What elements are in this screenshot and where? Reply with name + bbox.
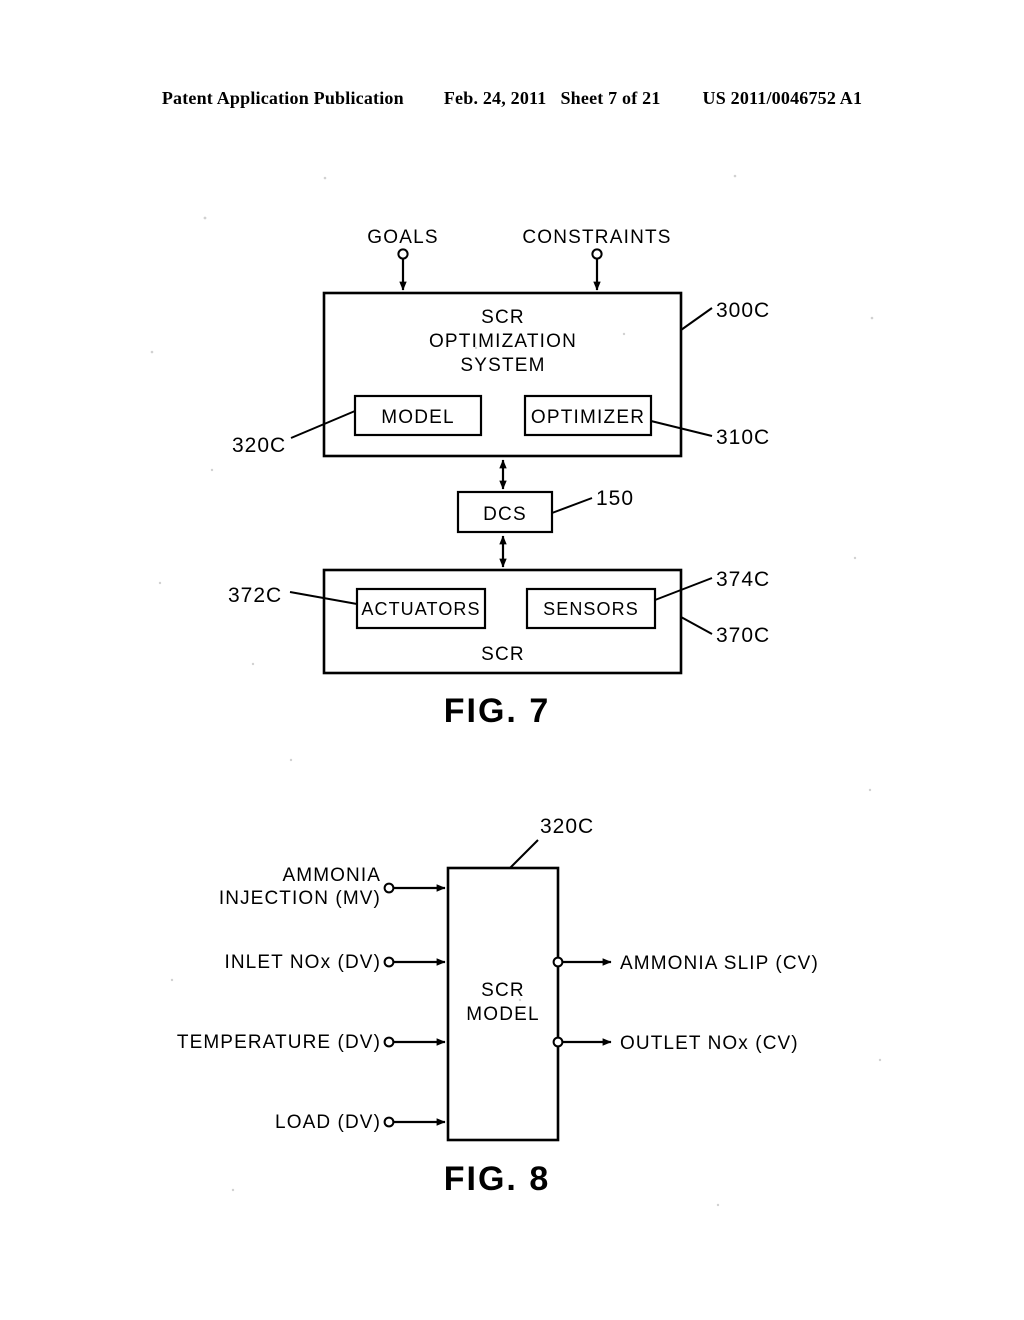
fig7-leader-150: [551, 497, 593, 514]
fig7-input-label-goals: GOALS: [367, 227, 438, 248]
fig8-caption: FIG. 8: [444, 1160, 550, 1198]
fig7-leader-374c: [654, 577, 713, 601]
fig7-leader-370c: [680, 616, 713, 635]
fig7-label-sos-line2: OPTIMIZATION: [429, 331, 577, 352]
fig7-caption: FIG. 7: [444, 692, 550, 730]
fig8-terminal-ammonia-slip: [552, 956, 564, 968]
fig8-terminal-temperature: [383, 1036, 395, 1048]
fig7-input-label-constraints: CONSTRAINTS: [522, 227, 671, 248]
fig8-terminal-inlet-nox: [383, 956, 395, 968]
fig7-label-optimizer: OPTIMIZER: [531, 407, 645, 428]
fig7-leader-300c: [680, 307, 713, 331]
fig8-leader-320c: [509, 839, 539, 869]
fig8-terminal-ammonia-injection: [383, 882, 395, 894]
figure-8: 320C SCR MODEL AMMONIA INJECTION (MV) IN…: [177, 815, 819, 1198]
fig8-input-label-temperature: TEMPERATURE (DV): [177, 1032, 381, 1053]
fig8-ref-320c: 320C: [540, 815, 594, 838]
fig8-terminal-load: [383, 1116, 395, 1128]
fig7-label-sos-line1: SCR: [481, 307, 525, 328]
fig8-output-label-ammonia-slip: AMMONIA SLIP (CV): [620, 953, 819, 974]
figure-7: GOALS CONSTRAINTS SCR OPTIMIZATION SYSTE…: [228, 227, 770, 730]
fig8-input-label-ammonia-injection-line1: AMMONIA: [283, 865, 381, 886]
fig8-input-label-inlet-nox: INLET NOx (DV): [224, 952, 381, 973]
fig8-output-label-outlet-nox: OUTLET NOx (CV): [620, 1033, 799, 1054]
fig7-label-sensors: SENSORS: [543, 599, 639, 619]
fig8-input-label-load: LOAD (DV): [275, 1112, 381, 1133]
fig7-label-actuators: ACTUATORS: [361, 599, 480, 619]
fig7-label-dcs: DCS: [483, 504, 527, 525]
fig8-label-scr-model-line2: MODEL: [466, 1004, 540, 1025]
fig8-label-scr-model-line1: SCR: [481, 980, 525, 1001]
fig7-label-scr: SCR: [481, 644, 525, 665]
fig7-ref-310c: 310C: [716, 426, 770, 449]
fig7-label-model: MODEL: [381, 407, 455, 428]
fig7-ref-370c: 370C: [716, 624, 770, 647]
fig8-input-label-ammonia-injection-line2: INJECTION (MV): [219, 888, 381, 909]
fig8-terminal-outlet-nox: [552, 1036, 564, 1048]
fig7-ref-300c: 300C: [716, 299, 770, 322]
fig7-terminal-goals: [397, 248, 409, 260]
fig7-ref-150: 150: [596, 487, 634, 510]
fig7-ref-372c: 372C: [228, 584, 282, 607]
figure-canvas: GOALS CONSTRAINTS SCR OPTIMIZATION SYSTE…: [150, 174, 882, 1207]
fig7-label-sos-line3: SYSTEM: [460, 355, 545, 376]
fig7-terminal-constraints: [591, 248, 603, 260]
fig7-ref-374c: 374C: [716, 568, 770, 591]
fig7-ref-320c: 320C: [232, 434, 286, 457]
